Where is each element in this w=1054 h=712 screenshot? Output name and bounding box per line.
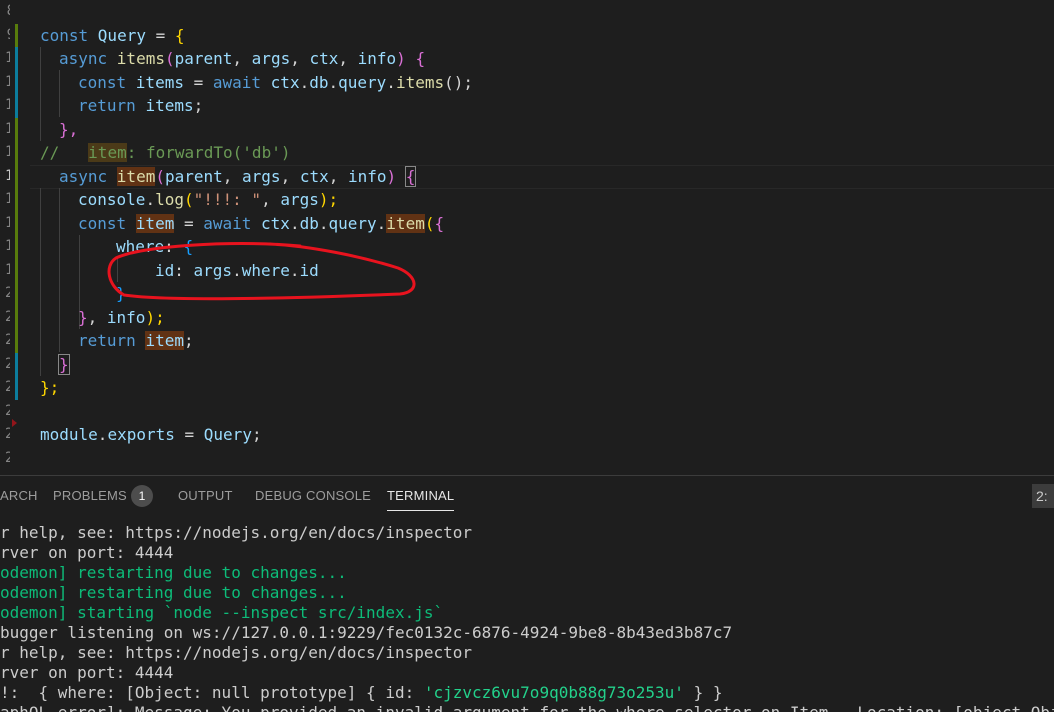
code-line-11: 11 const items = await ctx.db.query.item…: [0, 70, 1054, 94]
code-text: return item;: [78, 331, 194, 350]
terminal-line: !: { where: [Object: null prototype] { i…: [0, 683, 722, 703]
gutter-added-marker: [15, 305, 18, 329]
line-number: 10: [5, 50, 10, 66]
gutter-modified-marker: [15, 94, 18, 118]
line-number: 22: [5, 332, 10, 348]
terminal-line: odemon] starting `node --inspect src/ind…: [0, 603, 444, 622]
terminal-text: !: { where: [Object: null prototype] { i…: [0, 683, 424, 702]
tab-debug-console[interactable]: DEBUG CONSOLE: [255, 488, 371, 503]
gutter-modified-marker: [15, 47, 18, 71]
gutter-modified-marker: [15, 352, 18, 376]
terminal-line: rver on port: 4444: [0, 663, 174, 682]
tab-problems[interactable]: PROBLEMS: [53, 488, 127, 503]
gutter-added-marker: [15, 235, 18, 259]
terminal-line: r help, see: https://nodejs.org/en/docs/…: [0, 523, 473, 542]
code-line-24: 24 };: [0, 376, 1054, 400]
terminal-text: } }: [683, 683, 723, 702]
code-line-14: 14 // item: forwardTo('db'): [0, 141, 1054, 165]
line-number: 25: [5, 402, 10, 419]
line-number: 18: [5, 238, 10, 254]
code-text: console.log("!!!: ", args);: [78, 190, 339, 209]
code-text: return items;: [78, 96, 204, 115]
line-number: 13: [5, 120, 10, 137]
line-number: 8: [0, 0, 10, 24]
line-number: 27: [5, 449, 10, 466]
terminal-line: odemon] restarting due to changes...: [0, 583, 347, 602]
line-number: 24: [5, 379, 10, 395]
code-line-25: 25: [0, 400, 1054, 424]
gutter-modified-marker: [15, 70, 18, 94]
code-line-22: 22 return item;: [0, 329, 1054, 353]
line-number: 21: [5, 308, 10, 325]
terminal-selector-dropdown[interactable]: 2:: [1032, 484, 1054, 508]
gutter-added-marker: [15, 164, 18, 188]
tab-search[interactable]: ARCH: [0, 488, 38, 503]
gutter-added-marker: [15, 117, 18, 141]
code-line-15: 15 async item(parent, args, ctx, info) {: [0, 164, 1054, 188]
tab-terminal[interactable]: TERMINAL: [387, 488, 455, 511]
terminal-string: 'cjzvcz6vu7o9q0b88g73o253u': [423, 683, 684, 702]
code-text: const item = await ctx.db.query.item({: [78, 213, 445, 233]
line-number: 11: [5, 73, 10, 90]
code-editor[interactable]: 8 9 const Query = { 10 async items(paren…: [0, 0, 1054, 475]
code-text: }: [58, 353, 70, 375]
line-number: 23: [5, 355, 10, 372]
code-line-20: 20 }: [0, 282, 1054, 306]
line-number: 19: [5, 261, 10, 278]
gutter-added-marker: [15, 258, 18, 282]
code-text: // item: forwardTo('db'): [40, 143, 291, 162]
code-line-10: 10 async items(parent, args, ctx, info) …: [0, 47, 1054, 71]
code-line-19: 19 id: args.where.id: [0, 258, 1054, 282]
code-line-23: 23 }: [0, 352, 1054, 376]
tab-output[interactable]: OUTPUT: [178, 488, 233, 503]
line-number: 9: [0, 24, 10, 48]
line-number: 16: [5, 191, 10, 207]
gutter-added-marker: [15, 23, 18, 47]
line-number: 14: [5, 144, 10, 160]
code-text: module.exports = Query;: [40, 425, 262, 444]
gutter-added-marker: [15, 188, 18, 212]
code-text: },: [59, 119, 79, 139]
code-text: async items(parent, args, ctx, info) {: [59, 49, 426, 68]
terminal-line: rver on port: 4444: [0, 543, 174, 562]
gutter-added-marker: [15, 141, 18, 165]
code-line-26: 26 module.exports = Query;: [0, 419, 1054, 447]
code-line-12: 12 return items;: [0, 94, 1054, 118]
terminal-line: odemon] restarting due to changes...: [0, 563, 347, 582]
code-text: id: args.where.id: [155, 260, 319, 280]
code-line-16: 16 console.log("!!!: ", args);: [0, 188, 1054, 212]
gutter-added-marker: [15, 211, 18, 235]
bottom-panel: ARCH PROBLEMS 1 OUTPUT DEBUG CONSOLE TER…: [0, 475, 1054, 712]
terminal-line: r help, see: https://nodejs.org/en/docs/…: [0, 643, 473, 662]
gutter-added-marker: [15, 329, 18, 353]
panel-tabs: ARCH PROBLEMS 1 OUTPUT DEBUG CONSOLE TER…: [0, 476, 1054, 514]
code-line-27: 27: [0, 447, 1054, 471]
line-number: 17: [5, 214, 10, 231]
code-line-13: 13 },: [0, 117, 1054, 141]
code-line-8: 8: [0, 0, 1054, 24]
code-text: };: [40, 378, 60, 397]
terminal-line: aphQL error]: Message: You provided an i…: [0, 703, 1054, 712]
gutter-modified-marker: [15, 376, 18, 400]
line-number: 15: [5, 167, 10, 184]
code-line-21: 21 }, info);: [0, 305, 1054, 329]
code-text: const items = await ctx.db.query.items()…: [78, 72, 474, 92]
line-number: 20: [5, 285, 10, 301]
gutter-added-marker: [15, 282, 18, 306]
code-text: }: [116, 284, 126, 303]
code-text: const Query = {: [40, 25, 185, 45]
line-number: 26: [5, 426, 10, 442]
code-line-17: 17 const item = await ctx.db.query.item(…: [0, 211, 1054, 235]
code-text: async item(parent, args, ctx, info) {: [59, 165, 417, 187]
code-text: }, info);: [78, 307, 165, 327]
problems-count-badge: 1: [131, 485, 153, 507]
code-line-9: 9 const Query = {: [0, 23, 1054, 48]
gutter-deleted-marker: [12, 419, 17, 427]
terminal-line: bugger listening on ws://127.0.0.1:9229/…: [0, 623, 733, 642]
code-text: where: {: [116, 237, 194, 256]
line-number: 12: [5, 97, 10, 113]
code-line-18: 18 where: {: [0, 235, 1054, 259]
